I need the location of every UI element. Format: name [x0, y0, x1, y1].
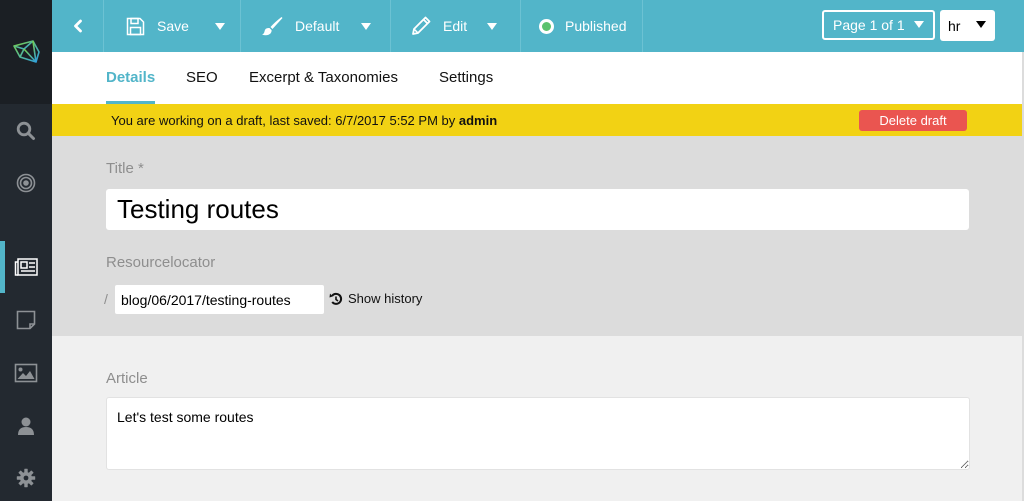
sidebar-item-search[interactable]: [0, 105, 52, 157]
save-label: Save: [157, 18, 189, 34]
target-icon: [16, 173, 36, 193]
history-icon: [329, 292, 343, 305]
tab-details[interactable]: Details: [106, 52, 156, 104]
image-icon: [14, 363, 38, 383]
title-input[interactable]: [106, 189, 969, 230]
gear-icon: [16, 468, 36, 488]
sidebar-item-contacts[interactable]: [0, 400, 52, 452]
page-select[interactable]: Page 1 of 1: [822, 10, 935, 40]
article-textarea[interactable]: Let's test some routes: [106, 397, 970, 470]
draft-banner: You are working on a draft, last saved: …: [52, 104, 1024, 136]
mode-caret-icon: [487, 23, 497, 30]
sidebar-item-articles[interactable]: [0, 241, 52, 293]
back-button[interactable]: [52, 0, 104, 52]
sidebar-item-target[interactable]: [0, 157, 52, 209]
show-history-button[interactable]: Show history: [329, 291, 422, 306]
sidebar-item-settings[interactable]: [0, 452, 52, 501]
save-dropdown-caret-icon[interactable]: [215, 23, 225, 30]
delete-draft-button[interactable]: Delete draft: [859, 110, 967, 131]
publish-status[interactable]: Published: [521, 0, 643, 52]
chevron-left-icon: [73, 19, 82, 33]
sidebar: [0, 0, 52, 501]
published-status-icon: [539, 18, 554, 34]
floppy-disk-icon: [126, 17, 145, 35]
show-history-label: Show history: [348, 291, 423, 306]
toolbar: Save Default Edit Published Page 1 of 1 …: [52, 0, 1024, 52]
logo[interactable]: [0, 0, 52, 104]
resourcelocator-prefix: /: [104, 291, 108, 307]
page-select-value: Page 1 of 1: [833, 17, 905, 33]
publish-status-label: Published: [565, 18, 627, 34]
tab-excerpt-taxonomies[interactable]: Excerpt & Taxonomies: [249, 52, 398, 104]
draft-message-text: You are working on a draft, last saved: …: [111, 113, 459, 128]
tab-bar: Details SEO Excerpt & Taxonomies Setting…: [52, 52, 1024, 104]
language-select[interactable]: hr: [940, 10, 995, 41]
header-fields-section: Title * Resourcelocator / Show history: [52, 136, 1024, 336]
draft-author: admin: [458, 113, 498, 128]
paintbrush-icon: [262, 17, 283, 36]
search-icon: [16, 121, 35, 140]
template-caret-icon: [361, 23, 371, 30]
newspaper-icon: [14, 258, 38, 276]
sticky-note-icon: [16, 310, 36, 330]
tab-seo[interactable]: SEO: [186, 52, 218, 104]
language-select-value: hr: [948, 17, 961, 34]
draft-message: You are working on a draft, last saved: …: [111, 113, 497, 128]
sidebar-item-snippets[interactable]: [0, 294, 52, 346]
user-icon: [18, 417, 34, 435]
resourcelocator-input[interactable]: [115, 285, 324, 314]
logo-icon: [13, 40, 40, 63]
resourcelocator-label: Resourcelocator: [106, 254, 216, 271]
language-select-caret-icon: [976, 21, 986, 28]
mode-label: Edit: [443, 18, 468, 34]
save-button[interactable]: Save: [104, 0, 241, 52]
title-label: Title *: [106, 160, 144, 177]
mode-dropdown[interactable]: Edit: [391, 0, 521, 52]
page-select-caret-icon: [914, 21, 924, 28]
template-label: Default: [295, 18, 340, 34]
template-dropdown[interactable]: Default: [241, 0, 391, 52]
sidebar-item-media[interactable]: [0, 347, 52, 399]
article-label: Article: [106, 370, 148, 387]
tab-settings[interactable]: Settings: [439, 52, 493, 104]
pencil-icon: [412, 16, 431, 35]
